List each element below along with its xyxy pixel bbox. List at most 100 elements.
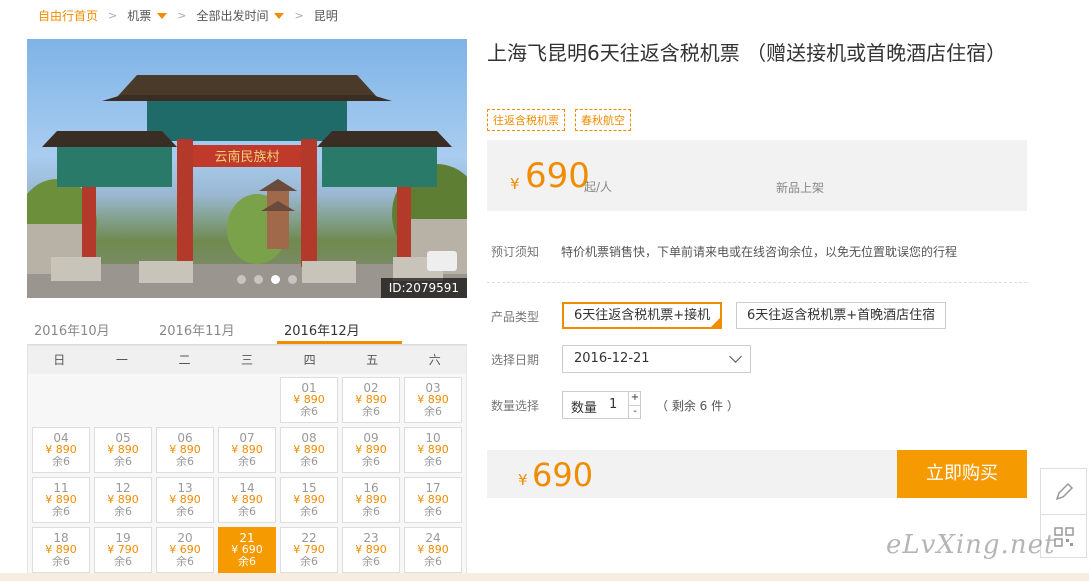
calendar-day[interactable]: 14 ¥ 890 余6 — [218, 477, 276, 523]
day-stock: 余6 — [300, 455, 318, 468]
notice-text: 特价机票销售快，下单前请来电或在线咨询余位，以免无位置耽误您的行程 — [561, 245, 958, 259]
breadcrumb-category-dropdown[interactable]: 机票 — [127, 7, 168, 24]
qty-decrement-button[interactable]: - — [628, 405, 641, 418]
caret-down-icon — [274, 13, 285, 19]
remaining-stock: （ 剩余 6 件 ） — [656, 399, 739, 413]
day-stock: 余6 — [176, 455, 194, 468]
product-title: 上海飞昆明6天往返含税机票 （赠送接机或首晚酒店住宿） — [487, 41, 1007, 65]
calendar-day[interactable]: 15 ¥ 890 余6 — [280, 477, 338, 523]
type-option-label: 6天往返含税机票+接机 — [574, 308, 711, 323]
calendar-day-selected[interactable]: 21 ¥ 690 余6 — [218, 527, 276, 573]
calendar-day[interactable]: 09 ¥ 890 余6 — [342, 427, 400, 473]
calendar-day[interactable]: 11 ¥ 890 余6 — [32, 477, 90, 523]
svg-text:云南民族村: 云南民族村 — [214, 149, 279, 165]
carousel-dot-active[interactable] — [271, 275, 280, 284]
weekday-label: 二 — [178, 353, 191, 367]
calendar-day[interactable]: 20 ¥ 690 余6 — [156, 527, 214, 573]
status-badge: 新品上架 — [776, 181, 825, 195]
price-value: 690 — [525, 156, 590, 196]
breadcrumb-departure-dropdown[interactable]: 全部出发时间 — [196, 7, 285, 24]
day-stock: 余6 — [300, 405, 318, 418]
chevron-down-icon — [729, 350, 742, 363]
price-box: ¥ 690 起/人 新品上架 — [487, 140, 1027, 211]
currency-symbol: ¥ — [510, 175, 520, 193]
price-unit: 起/人 — [584, 180, 613, 194]
calendar-day[interactable]: 19 ¥ 790 余6 — [94, 527, 152, 573]
carousel-dot[interactable] — [254, 275, 263, 284]
qty-value[interactable]: 1 — [609, 397, 617, 412]
day-stock: 余6 — [424, 505, 442, 518]
product-tags: 往返含税机票 春秋航空 — [487, 109, 631, 131]
type-label: 产品类型 — [491, 310, 540, 324]
tab-month-nov[interactable]: 2016年11月 — [152, 313, 277, 344]
carousel-dot[interactable] — [288, 275, 297, 284]
calendar-day[interactable]: 18 ¥ 890 余6 — [32, 527, 90, 573]
page: 自由行首页 > 机票 > 全部出发时间 > 昆明 云南民族村 ID:207959… — [0, 0, 1089, 581]
day-stock: 余6 — [176, 505, 194, 518]
calendar-day[interactable]: 24 ¥ 890 余6 — [404, 527, 462, 573]
tab-month-dec[interactable]: 2016年12月 — [277, 313, 402, 344]
weekday-header: 日 一 二 三 四 五 六 — [28, 346, 466, 374]
buy-now-button[interactable]: 立即购买 — [897, 450, 1027, 498]
edit-icon[interactable] — [1041, 469, 1086, 514]
breadcrumb: 自由行首页 > 机票 > 全部出发时间 > 昆明 — [38, 6, 338, 24]
weekday-label: 五 — [366, 353, 379, 367]
chevron-right-icon: > — [177, 8, 187, 22]
chevron-right-icon: > — [108, 8, 118, 22]
breadcrumb-home-link[interactable]: 自由行首页 — [38, 7, 98, 24]
currency-symbol: ¥ — [518, 471, 528, 489]
day-stock: 余6 — [114, 455, 132, 468]
calendar-day[interactable]: 08 ¥ 890 余6 — [280, 427, 338, 473]
tab-month-oct[interactable]: 2016年10月 — [27, 313, 152, 344]
day-stock: 余6 — [300, 505, 318, 518]
calendar-day[interactable]: 17 ¥ 890 余6 — [404, 477, 462, 523]
day-stock: 余6 — [424, 455, 442, 468]
selected-corner-icon — [711, 318, 721, 327]
calendar-day[interactable]: 10 ¥ 890 余6 — [404, 427, 462, 473]
day-stock: 余6 — [238, 505, 256, 518]
calendar-day[interactable]: 06 ¥ 890 余6 — [156, 427, 214, 473]
day-stock: 余6 — [300, 555, 318, 568]
tag-airline: 春秋航空 — [575, 109, 631, 131]
calendar-day[interactable]: 16 ¥ 890 余6 — [342, 477, 400, 523]
product-photo[interactable]: 云南民族村 ID:2079591 — [27, 39, 467, 298]
footer-strip — [0, 573, 1089, 581]
qty-name: 数量 — [571, 401, 598, 416]
month-tabs: 2016年10月 2016年11月 2016年12月 — [27, 313, 467, 345]
day-stock: 余6 — [424, 405, 442, 418]
weekday-label: 六 — [428, 353, 441, 367]
carousel-dot[interactable] — [237, 275, 246, 284]
total-price: 690 — [532, 456, 594, 494]
qty-label: 数量选择 — [491, 399, 540, 413]
quantity-stepper: 数量 1 + - — [562, 391, 641, 419]
type-option-pickup[interactable]: 6天往返含税机票+接机 — [562, 302, 723, 329]
day-stock: 余6 — [52, 455, 70, 468]
day-stock: 余6 — [238, 455, 256, 468]
watermark: eLvXing.net — [886, 530, 1056, 560]
weekday-label: 一 — [115, 353, 128, 367]
weekday-label: 日 — [53, 353, 66, 367]
breadcrumb-departure-label: 全部出发时间 — [196, 8, 269, 23]
weekday-label: 四 — [303, 353, 316, 367]
day-stock: 余6 — [362, 555, 380, 568]
date-value: 2016-12-21 — [574, 351, 650, 366]
day-stock: 余6 — [238, 555, 256, 568]
calendar-day[interactable]: 02 ¥ 890 余6 — [342, 377, 400, 423]
calendar-day[interactable]: 12 ¥ 890 余6 — [94, 477, 152, 523]
calendar-day[interactable]: 01 ¥ 890 余6 — [280, 377, 338, 423]
type-option-label: 6天往返含税机票+首晚酒店住宿 — [747, 308, 936, 323]
calendar-day[interactable]: 05 ¥ 890 余6 — [94, 427, 152, 473]
qty-increment-button[interactable]: + — [628, 392, 641, 405]
calendar-day[interactable]: 07 ¥ 890 余6 — [218, 427, 276, 473]
weekday-label: 三 — [241, 353, 254, 367]
calendar-day[interactable]: 13 ¥ 890 余6 — [156, 477, 214, 523]
calendar-day[interactable]: 04 ¥ 890 余6 — [32, 427, 90, 473]
date-label: 选择日期 — [491, 353, 540, 367]
date-select[interactable]: 2016-12-21 — [562, 345, 751, 373]
calendar-day[interactable]: 23 ¥ 890 余6 — [342, 527, 400, 573]
divider — [487, 282, 1027, 283]
calendar-day[interactable]: 03 ¥ 890 余6 — [404, 377, 462, 423]
day-stock: 余6 — [52, 505, 70, 518]
calendar-day[interactable]: 22 ¥ 790 余6 — [280, 527, 338, 573]
type-option-hotel[interactable]: 6天往返含税机票+首晚酒店住宿 — [736, 302, 947, 329]
